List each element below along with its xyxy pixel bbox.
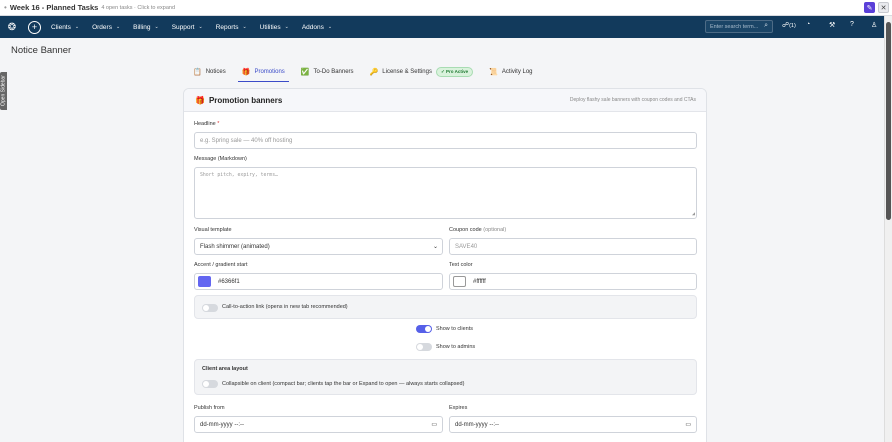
clipboard-icon: 📋 — [193, 69, 202, 76]
chevron-down-icon: ⌄ — [432, 244, 438, 250]
message-label: Message (Markdown) — [194, 156, 247, 162]
menu-utilities[interactable]: Utilities ⌄ — [260, 24, 289, 31]
accent-color-label: Accent / gradient start — [194, 262, 248, 268]
calendar-icon[interactable]: ▭ — [685, 421, 691, 428]
message-textarea[interactable]: Short pitch, expiry, terms… ◢ — [194, 167, 697, 219]
chevron-down-icon: ⌄ — [154, 24, 159, 30]
page-scrollbar[interactable] — [884, 16, 892, 442]
collapsible-label: Collapsible on client (compact bar; clie… — [222, 381, 465, 387]
search-input[interactable]: Enter search term... ⌕ — [705, 20, 773, 33]
edit-icon[interactable]: ✎ — [864, 2, 875, 13]
text-color-swatch[interactable] — [453, 276, 466, 287]
tab-activity-log[interactable]: 📜 Activity Log — [483, 64, 538, 80]
show-to-clients-label: Show to clients — [436, 326, 473, 332]
tab-notices[interactable]: 📋 Notices — [187, 64, 232, 80]
task-bar-subtitle: 4 open tasks · Click to expand — [101, 4, 176, 11]
text-color-field[interactable]: #ffffff — [449, 273, 697, 290]
help-icon[interactable]: ? — [850, 21, 854, 28]
visual-template-select[interactable]: Flash shimmer (animated) ⌄ — [194, 238, 443, 255]
top-navigation: ❂ + Clients ⌄ Orders ⌄ Billing ⌄ Support ⌄ R… — [0, 16, 884, 38]
accent-color-field[interactable]: #6366f1 — [194, 273, 443, 290]
card-header: 🎁 Promotion banners Deploy flashy sale b… — [184, 89, 706, 112]
close-icon[interactable]: ✕ — [878, 2, 889, 13]
headline-label: Headline * — [194, 121, 220, 127]
coupon-code-label: Coupon code (optional) — [449, 227, 507, 233]
cta-panel: Call-to-action link (opens in new tab re… — [194, 295, 697, 319]
pro-active-badge: ✓ Pro Active — [435, 67, 474, 77]
cta-toggle[interactable] — [202, 304, 218, 312]
show-to-admins-toggle[interactable] — [416, 343, 432, 351]
menu-support[interactable]: Support ⌄ — [172, 24, 203, 31]
cta-toggle-label: Call-to-action link (opens in new tab re… — [222, 304, 348, 310]
expires-label: Expires — [449, 405, 468, 411]
resize-handle-icon[interactable]: ◢ — [692, 211, 695, 217]
main-menu: Clients ⌄ Orders ⌄ Billing ⌄ Support ⌄ Repor… — [51, 24, 345, 31]
menu-addons[interactable]: Addons ⌄ — [302, 24, 332, 31]
chevron-down-icon: ⌄ — [284, 24, 289, 30]
publish-from-input[interactable]: dd-mm-yyyy --:-- ▭ — [194, 416, 443, 433]
accent-color-swatch[interactable] — [198, 276, 211, 287]
page-title: Notice Banner — [11, 45, 72, 56]
user-icon[interactable]: ♙ — [871, 21, 877, 29]
bullet-icon: • — [4, 3, 7, 12]
client-layout-title: Client area layout — [202, 366, 248, 372]
scroll-icon: 📜 — [489, 69, 498, 76]
task-bar-title: Week 16 - Planned Tasks — [9, 3, 99, 12]
gift-icon: 🎁 — [241, 69, 251, 76]
headline-input[interactable]: e.g. Spring sale — 40% off hosting — [194, 132, 697, 149]
add-icon[interactable]: + — [28, 20, 41, 34]
menu-clients[interactable]: Clients ⌄ — [51, 24, 79, 31]
promotion-banners-card: 🎁 Promotion banners Deploy flashy sale b… — [183, 88, 707, 442]
dashboard-icon[interactable]: ◔ — [806, 21, 810, 28]
text-color-label: Text color — [449, 262, 473, 268]
menu-billing[interactable]: Billing ⌄ — [133, 24, 159, 31]
publish-from-label: Publish from — [194, 405, 225, 411]
menu-orders[interactable]: Orders ⌄ — [92, 24, 120, 31]
menu-reports[interactable]: Reports ⌄ — [216, 24, 247, 31]
key-icon: 🔑 — [369, 69, 379, 76]
module-tabs: 📋 Notices 🎁 Promotions ✅ To-Do Banners 🔑… — [187, 64, 543, 82]
chevron-down-icon: ⌄ — [115, 24, 121, 30]
visual-template-label: Visual template — [194, 227, 232, 233]
tab-promotions[interactable]: 🎁 Promotions — [236, 64, 291, 82]
check-icon: ✅ — [300, 69, 310, 76]
notifications-icon[interactable]: ☍(1) — [782, 21, 796, 29]
chevron-down-icon: ⌄ — [327, 24, 333, 30]
collapsible-toggle[interactable] — [202, 380, 218, 388]
expires-input[interactable]: dd-mm-yyyy --:-- ▭ — [449, 416, 697, 433]
card-title: Promotion banners — [208, 95, 283, 105]
tab-todo-banners[interactable]: ✅ To-Do Banners — [295, 64, 360, 80]
task-bar[interactable]: • Week 16 - Planned Tasks 4 open tasks ·… — [0, 0, 892, 16]
logo-icon[interactable]: ❂ — [5, 20, 19, 34]
chevron-down-icon: ⌄ — [74, 24, 80, 30]
chevron-down-icon: ⌄ — [198, 24, 203, 30]
scrollbar-thumb[interactable] — [886, 22, 891, 220]
card-description: Deploy flashy sale banners with coupon c… — [569, 97, 696, 103]
coupon-code-input[interactable]: SAVE40 — [449, 238, 697, 255]
open-sidebar-tab[interactable]: Open Sidebar — [0, 72, 7, 110]
tab-license-settings[interactable]: 🔑 License & Settings ✓ Pro Active — [364, 64, 480, 80]
wrench-icon[interactable]: ⚒ — [829, 21, 835, 29]
gift-icon: 🎁 — [195, 95, 205, 105]
show-to-admins-label: Show to admins — [436, 344, 476, 350]
show-to-clients-toggle[interactable] — [416, 325, 432, 333]
calendar-icon[interactable]: ▭ — [431, 421, 437, 428]
chevron-down-icon: ⌄ — [242, 24, 247, 30]
search-icon[interactable]: ⌕ — [764, 22, 768, 30]
client-layout-panel: Client area layout Collapsible on client… — [194, 359, 697, 395]
